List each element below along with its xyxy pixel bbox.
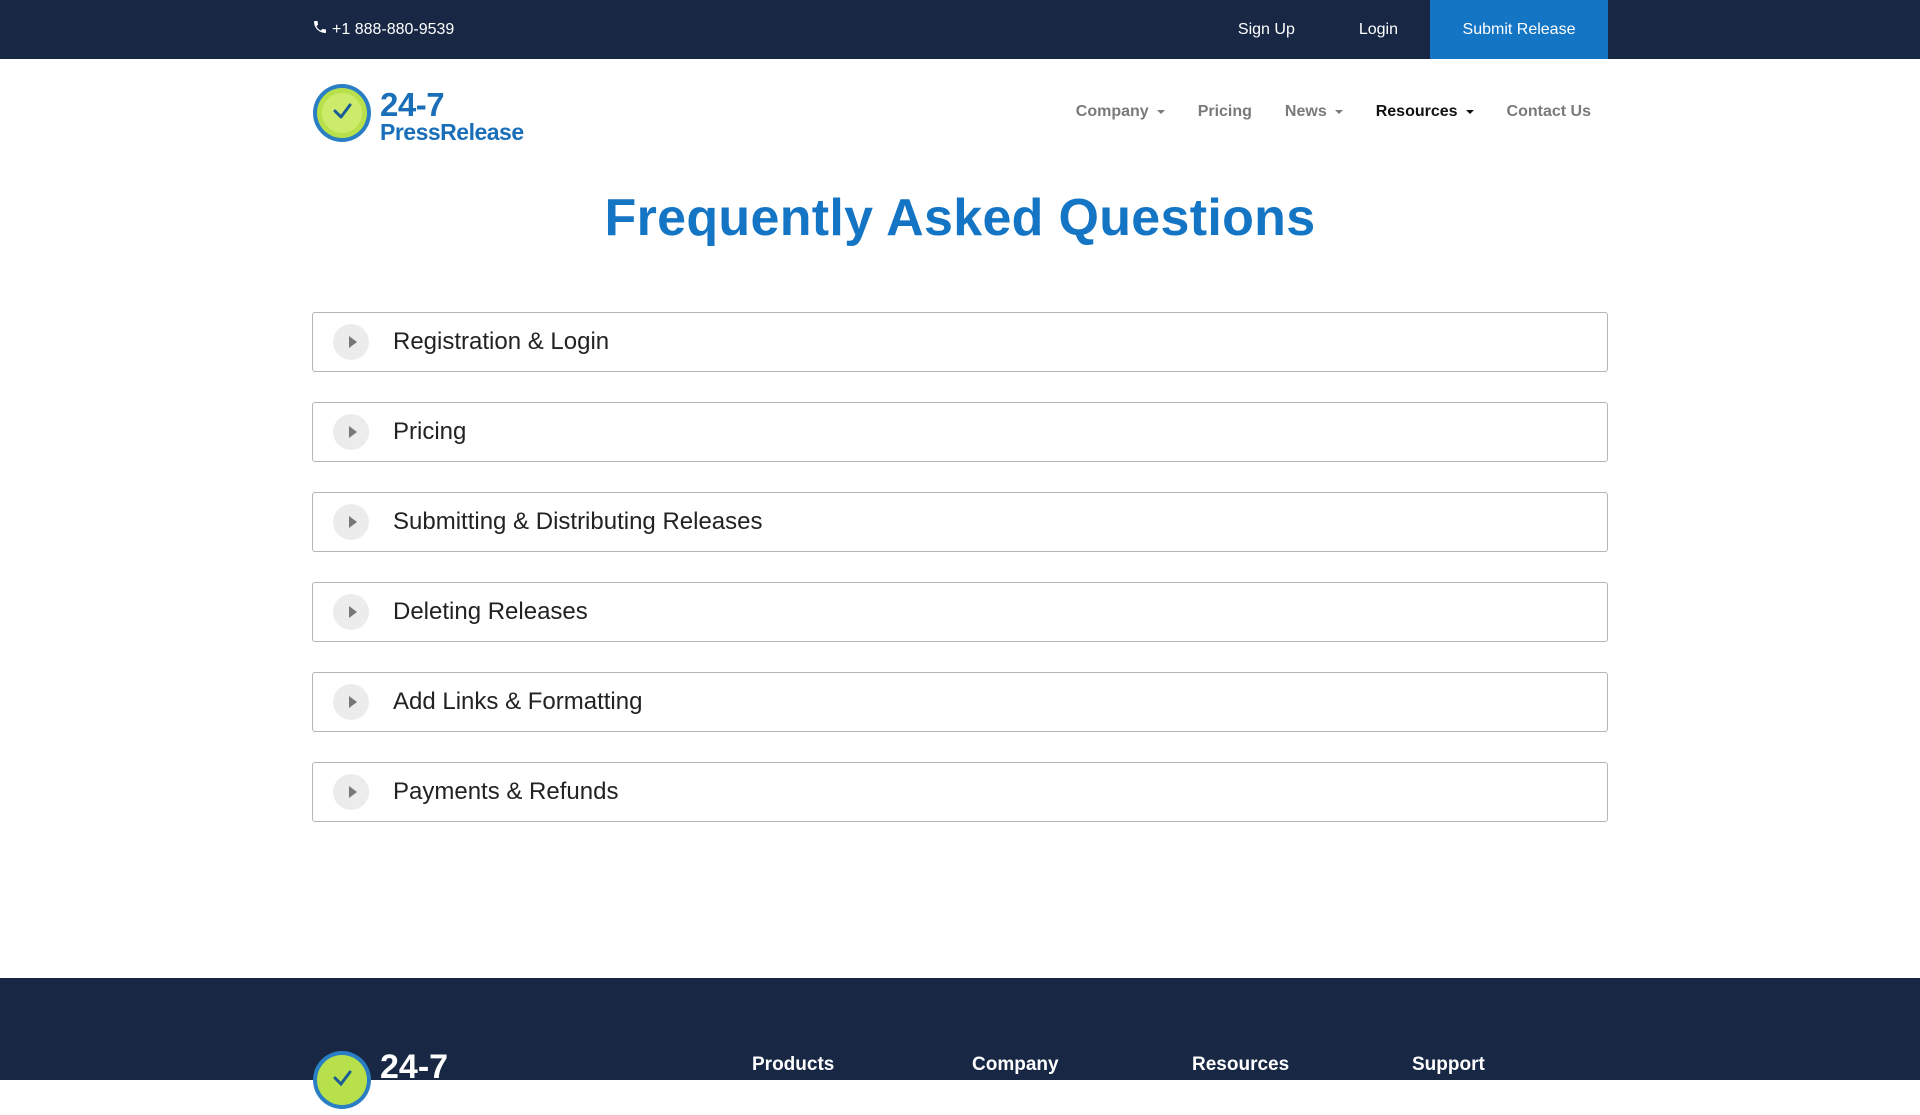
sign-up-link[interactable]: Sign Up: [1206, 0, 1327, 59]
faq-label: Payments & Refunds: [393, 778, 619, 805]
play-triangle-icon[interactable]: [333, 504, 369, 540]
site-footer: 24-7 Products Company Resources Support: [0, 978, 1920, 1109]
login-link[interactable]: Login: [1327, 0, 1430, 59]
footer-columns: Products Company Resources Support: [752, 1054, 1632, 1076]
faq-item-links-formatting[interactable]: Add Links & Formatting: [312, 672, 1608, 732]
nav-news[interactable]: News: [1285, 103, 1343, 121]
logo-text-primary: 24-7: [380, 85, 445, 123]
nav-news-label: News: [1284, 103, 1327, 120]
phone-number: +1 888-880-9539: [332, 20, 455, 38]
caret-down-icon: [1334, 110, 1343, 114]
footer-col-products: Products: [752, 1054, 835, 1075]
nav-pricing-label: Pricing: [1197, 103, 1252, 120]
clock-logo-icon: [312, 83, 372, 148]
faq-item-deleting-releases[interactable]: Deleting Releases: [312, 582, 1608, 642]
faq-label: Deleting Releases: [393, 598, 588, 625]
phone-icon: [312, 19, 332, 40]
faq-item-registration-login[interactable]: Registration & Login: [312, 312, 1608, 372]
play-triangle-icon[interactable]: [333, 324, 369, 360]
nav-company-label: Company: [1075, 103, 1149, 120]
faq-item-submitting-distributing[interactable]: Submitting & Distributing Releases: [312, 492, 1608, 552]
footer-col-resources: Resources: [1192, 1054, 1290, 1075]
play-triangle-icon[interactable]: [333, 594, 369, 630]
faq-label: Pricing: [393, 418, 467, 445]
footer-logo[interactable]: 24-7: [312, 1050, 448, 1115]
nav-resources[interactable]: Resources: [1376, 103, 1474, 121]
submit-release-button[interactable]: Submit Release: [1430, 0, 1608, 59]
faq-label: Add Links & Formatting: [393, 688, 643, 715]
play-triangle-icon[interactable]: [333, 684, 369, 720]
nav-resources-label: Resources: [1375, 103, 1458, 120]
faq-item-payments-refunds[interactable]: Payments & Refunds: [312, 762, 1608, 822]
play-triangle-icon[interactable]: [333, 774, 369, 810]
footer-logo-text: 24-7: [380, 1048, 449, 1086]
clock-logo-icon: [312, 1050, 372, 1115]
faq-label: Registration & Login: [393, 328, 610, 355]
nav-pricing[interactable]: Pricing: [1198, 103, 1252, 121]
logo-text-secondary: PressRelease: [380, 118, 524, 145]
nav-contact-us[interactable]: Contact Us: [1507, 103, 1591, 121]
faq-list: Registration & Login Pricing Submitting …: [312, 312, 1608, 822]
play-triangle-icon[interactable]: [333, 414, 369, 450]
top-bar: +1 888-880-9539 Sign Up Login Submit Rel…: [0, 0, 1920, 59]
footer-col-company: Company: [972, 1054, 1059, 1075]
nav-company[interactable]: Company: [1076, 103, 1165, 121]
caret-down-icon: [1156, 110, 1165, 114]
phone-link[interactable]: +1 888-880-9539: [312, 0, 454, 59]
caret-down-icon: [1465, 110, 1474, 114]
main-nav: Company Pricing News Resources Contact U…: [1076, 59, 1591, 165]
site-logo[interactable]: 24-7 PressRelease: [312, 83, 524, 148]
footer-col-support: Support: [1412, 1054, 1485, 1075]
faq-item-pricing[interactable]: Pricing: [312, 402, 1608, 462]
faq-label: Submitting & Distributing Releases: [393, 508, 763, 535]
nav-contact-us-label: Contact Us: [1506, 103, 1591, 120]
site-header: 24-7 PressRelease Company Pricing News R…: [0, 59, 1920, 165]
page-title: Frequently Asked Questions: [604, 189, 1316, 247]
